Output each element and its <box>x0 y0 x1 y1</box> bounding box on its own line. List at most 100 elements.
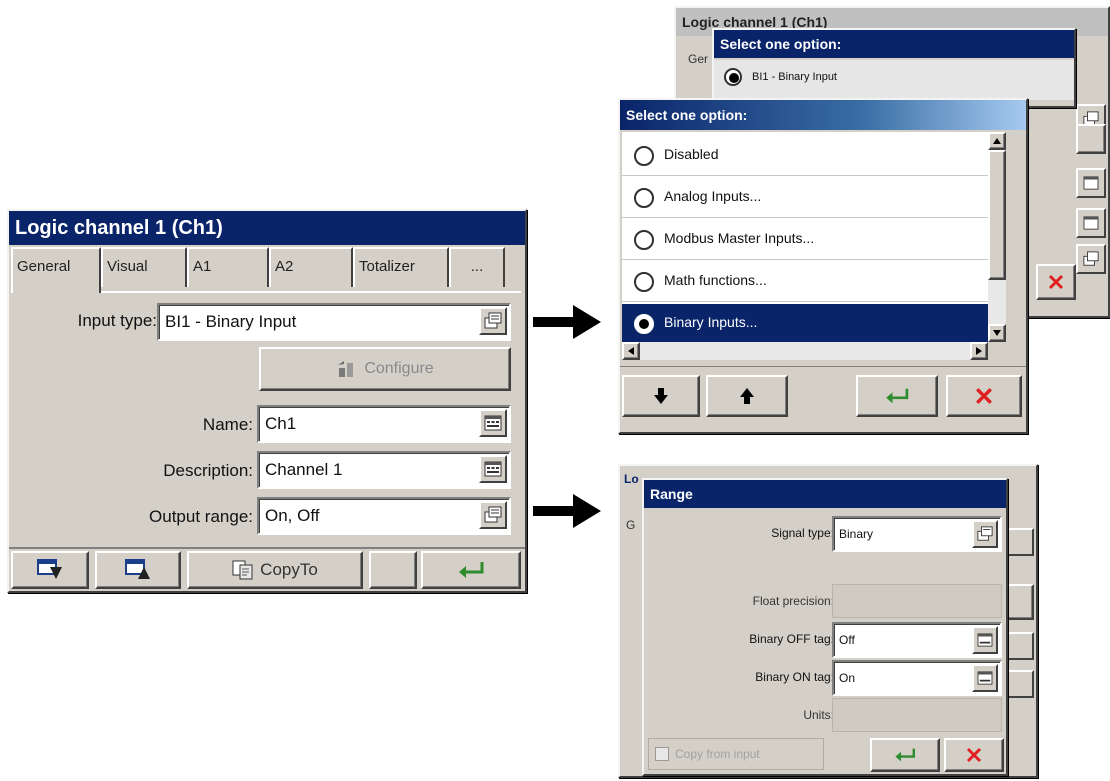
keyboard-icon <box>484 461 502 477</box>
description-keyboard-button[interactable] <box>479 455 507 483</box>
radio-binary-inputs[interactable] <box>634 314 654 334</box>
radio-disabled[interactable] <box>634 146 654 166</box>
signal-type-label: Signal type: <box>771 526 834 540</box>
enter-icon <box>886 388 909 404</box>
binary-off-field[interactable]: Off <box>832 622 1002 658</box>
select-list-icon <box>1083 251 1099 266</box>
move-up-button[interactable] <box>706 375 788 417</box>
enter-icon <box>459 562 484 578</box>
input-type-value: BI1 - Binary Input <box>165 312 297 331</box>
copy-from-input-checkbox[interactable] <box>655 747 669 761</box>
select-popup-buttons <box>620 366 1026 430</box>
option-analog-inputs[interactable]: Analog Inputs... <box>622 178 988 218</box>
range-background-title: Lo <box>624 472 639 486</box>
scroll-thumb[interactable] <box>988 150 1006 280</box>
vertical-scrollbar[interactable] <box>988 132 1006 342</box>
range-ok-button[interactable] <box>870 738 940 772</box>
range-cancel-button[interactable] <box>944 738 1004 772</box>
cancel-button[interactable] <box>946 375 1022 417</box>
option-disabled[interactable]: Disabled <box>622 136 988 176</box>
general-panel: Input type: BI1 - Binary Input Configure… <box>11 291 521 547</box>
binary-on-keyboard-button[interactable] <box>972 664 998 692</box>
option-modbus-master-inputs[interactable]: Modbus Master Inputs... <box>622 220 988 260</box>
configure-label: Configure <box>364 360 434 377</box>
select-popup-small-title: Select one option: <box>714 30 1074 58</box>
binary-off-keyboard-button[interactable] <box>972 626 998 654</box>
input-type-field[interactable]: BI1 - Binary Input <box>157 303 511 341</box>
selected-option-row[interactable]: BI1 - Binary Input <box>714 60 1074 100</box>
radio-modbus-master-inputs[interactable] <box>634 230 654 250</box>
triangle-left-icon <box>628 347 634 355</box>
name-keyboard-button[interactable] <box>479 409 507 437</box>
tab-totalizer[interactable]: Totalizer <box>353 247 449 287</box>
tab-visual[interactable]: Visual <box>101 247 187 287</box>
description-field[interactable]: Channel 1 <box>257 451 511 489</box>
option-math-functions-label: Math functions... <box>664 272 767 288</box>
previous-channel-button[interactable] <box>95 551 181 589</box>
scroll-up-button[interactable] <box>988 132 1006 150</box>
name-field[interactable]: Ch1 <box>257 405 511 443</box>
tab-more-label: ... <box>470 258 484 275</box>
binary-off-label: Binary OFF tag: <box>749 632 834 646</box>
float-precision-field <box>832 584 1002 618</box>
window-up-icon <box>125 559 150 579</box>
select-popup-title: Select one option: <box>620 100 1026 130</box>
option-math-functions[interactable]: Math functions... <box>622 262 988 302</box>
range-dialog-title: Range <box>644 480 1006 508</box>
tab-a2[interactable]: A2 <box>269 247 353 287</box>
units-field <box>832 698 1002 732</box>
configure-button[interactable]: Configure <box>259 347 511 391</box>
window-title: Logic channel 1 (Ch1) <box>9 211 525 245</box>
radio-analog-inputs[interactable] <box>634 188 654 208</box>
select-list-icon <box>484 506 502 523</box>
option-modbus-master-inputs-label: Modbus Master Inputs... <box>664 230 815 246</box>
tab-a1-label: A1 <box>193 258 212 275</box>
output-range-label: Output range: <box>149 507 253 526</box>
ok-enter-button[interactable] <box>856 375 938 417</box>
signal-type-field[interactable]: Binary <box>832 516 1002 552</box>
horizontal-scrollbar[interactable] <box>622 342 988 360</box>
copy-icon <box>232 560 253 580</box>
tab-a1[interactable]: A1 <box>187 247 269 287</box>
binary-on-field[interactable]: On <box>832 660 1002 696</box>
tab-bar: General Visual A1 A2 Totalizer ... <box>11 247 521 293</box>
radio-math-functions[interactable] <box>634 272 654 292</box>
keyboard-icon <box>484 415 502 431</box>
scroll-left-button[interactable] <box>622 342 640 360</box>
range-dialog: Range Signal type: Binary Float precisio… <box>642 478 1008 776</box>
radio-selected[interactable] <box>724 68 742 86</box>
arrow-right-icon <box>533 305 601 339</box>
options-list[interactable]: Disabled Analog Inputs... Modbus Master … <box>622 132 988 342</box>
enter-button[interactable] <box>421 551 521 589</box>
copy-from-input-checkbox-row[interactable]: Copy from input <box>648 738 824 770</box>
copyto-label: CopyTo <box>260 560 318 579</box>
signal-type-value: Binary <box>839 527 874 541</box>
tab-general[interactable]: General <box>11 247 101 293</box>
move-down-button[interactable] <box>622 375 700 417</box>
background-button <box>1006 584 1034 620</box>
output-range-field[interactable]: On, Off <box>257 497 511 535</box>
scroll-right-button[interactable] <box>970 342 988 360</box>
background-keyboard-button <box>1006 670 1034 698</box>
input-type-select-button[interactable] <box>479 307 507 335</box>
tab-more[interactable]: ... <box>449 247 505 287</box>
triangle-down-icon <box>993 330 1001 336</box>
select-list-icon <box>977 526 993 541</box>
close-icon <box>976 388 992 404</box>
background-button <box>1076 124 1106 154</box>
background-select-button <box>1006 528 1034 556</box>
copyto-button[interactable]: CopyTo <box>187 551 363 589</box>
tab-visual-label: Visual <box>107 258 148 275</box>
range-dialog-buttons: Copy from input <box>644 734 1006 774</box>
option-disabled-label: Disabled <box>664 146 719 162</box>
background-select-button <box>1076 244 1106 274</box>
next-channel-button[interactable] <box>11 551 89 589</box>
name-label: Name: <box>202 415 253 434</box>
copy-from-input-label: Copy from input <box>675 747 760 761</box>
scroll-down-button[interactable] <box>988 324 1006 342</box>
select-list-icon <box>484 312 502 329</box>
output-range-select-button[interactable] <box>479 501 507 529</box>
signal-type-select-button[interactable] <box>972 520 998 548</box>
logic-channel-window: Logic channel 1 (Ch1) General Visual A1 … <box>7 209 527 593</box>
option-binary-inputs[interactable]: Binary Inputs... <box>622 304 988 342</box>
